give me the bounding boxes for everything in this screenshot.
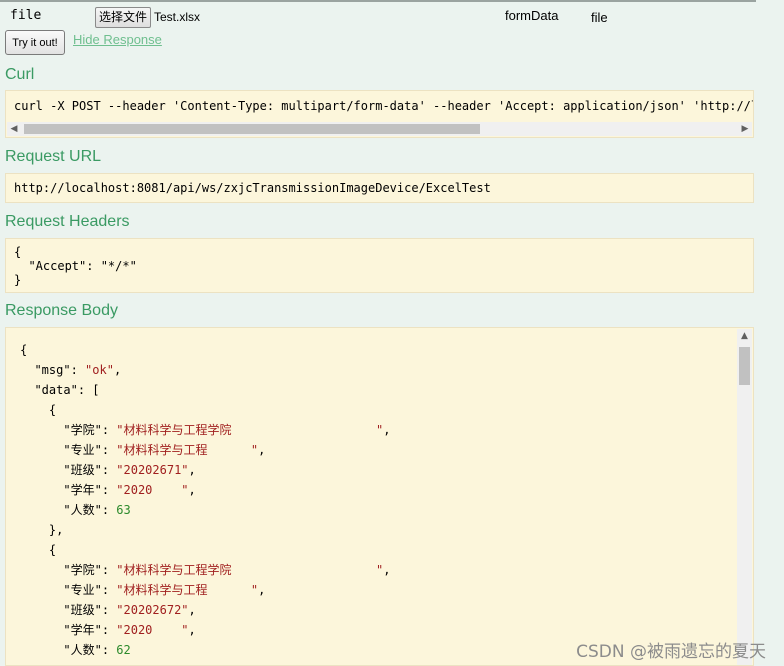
hide-response-link[interactable]: Hide Response [73,32,162,47]
curl-box: curl -X POST --header 'Content-Type: mul… [5,90,754,138]
request-url-value: http://localhost:8081/api/ws/zxjcTransmi… [14,181,491,195]
parameter-data-type: file [591,10,608,25]
try-it-out-button[interactable]: Try it out! [5,30,65,55]
curl-heading: Curl [5,66,35,83]
scroll-right-icon[interactable]: ▶ [738,122,752,136]
request-headers-box: { "Accept": "*/*" } [5,238,754,293]
request-url-box: http://localhost:8081/api/ws/zxjcTransmi… [5,173,754,203]
top-divider [0,0,756,2]
parameter-row: file 选择文件 Test.xlsx formData file [0,4,760,28]
selected-file-name: Test.xlsx [154,10,201,24]
request-headers-json: { "Accept": "*/*" } [14,245,137,287]
response-body-box: { "msg": "ok", "data": [ { "学院": "材料科学与工… [5,327,754,666]
response-body-json: { "msg": "ok", "data": [ { "学院": "材料科学与工… [20,343,391,657]
request-url-heading: Request URL [5,148,102,165]
curl-horizontal-scrollbar[interactable]: ◀ ▶ [7,122,752,136]
scroll-left-icon[interactable]: ◀ [7,122,21,136]
parameter-name: file [10,8,42,23]
parameter-type: formData [505,8,559,23]
scrollbar-thumb[interactable] [24,124,480,134]
request-headers-heading: Request Headers [5,213,130,230]
watermark: CSDN @被雨遗忘的夏天 [576,642,766,662]
choose-file-button[interactable]: 选择文件 [95,7,151,28]
scroll-up-icon[interactable]: ▲ [737,329,752,344]
response-vertical-scrollbar[interactable]: ▲ [737,329,752,665]
response-body-heading: Response Body [5,302,118,319]
scrollbar-thumb[interactable] [739,347,750,385]
curl-command: curl -X POST --header 'Content-Type: mul… [14,99,754,113]
